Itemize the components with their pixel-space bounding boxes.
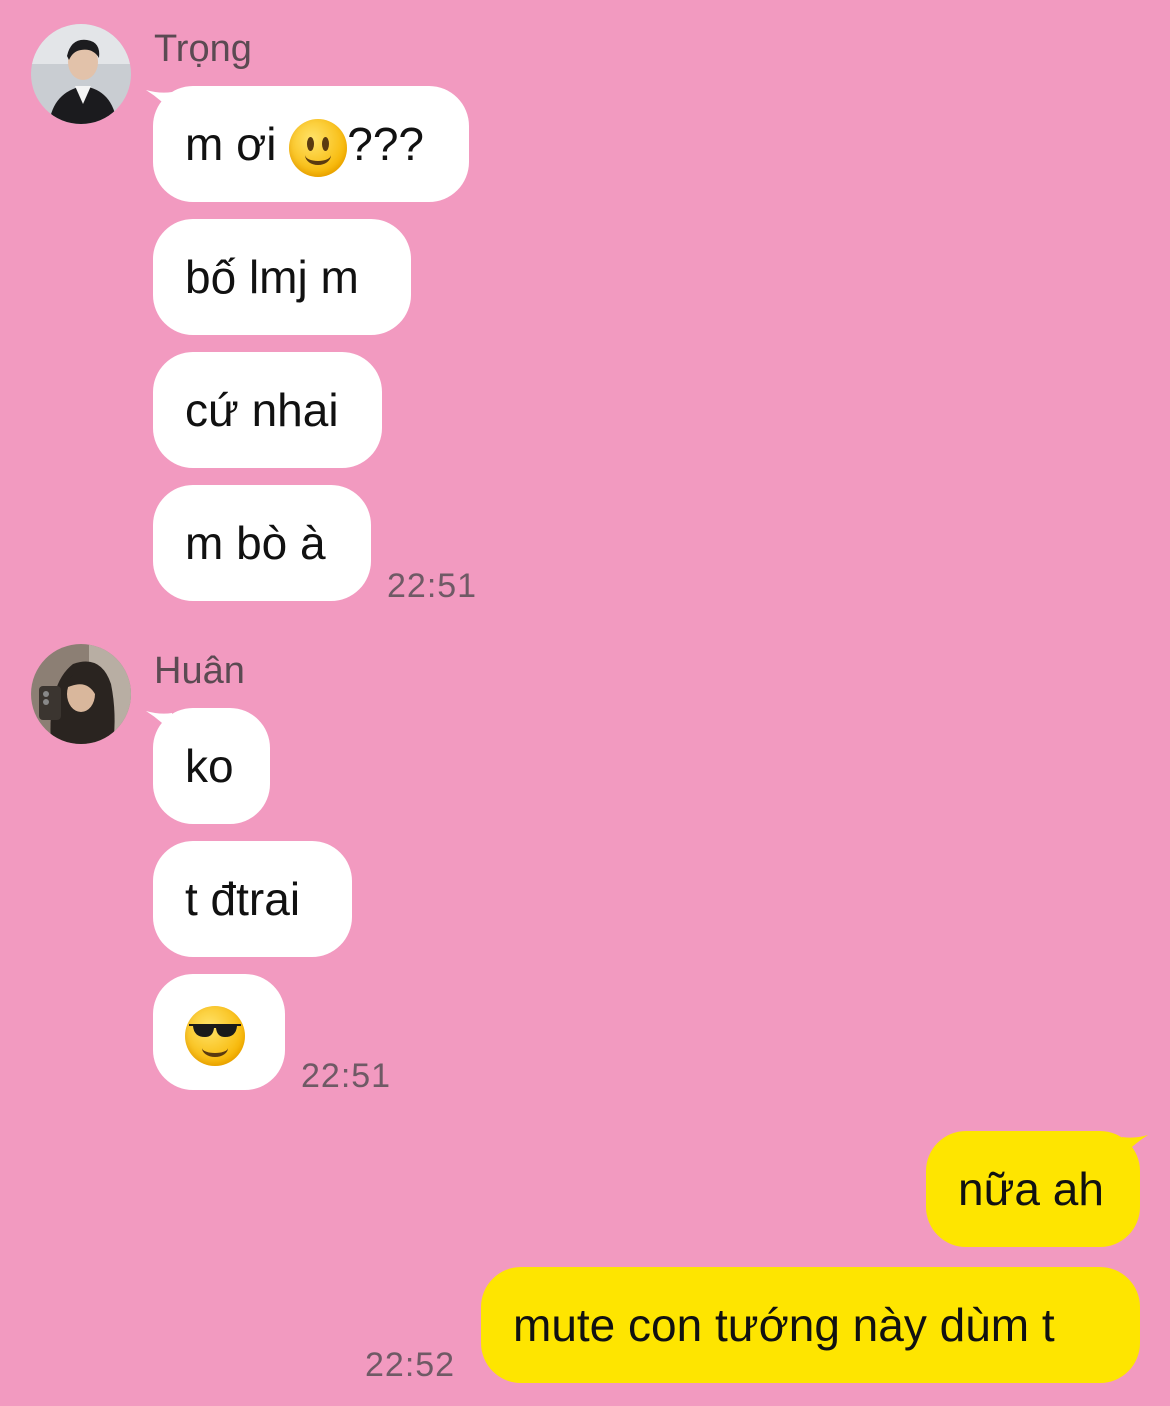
message-bubble-outgoing[interactable]: mute con tướng này dùm t: [481, 1267, 1140, 1383]
message-text: nữa ah: [958, 1163, 1104, 1215]
message-text: t đtrai: [185, 873, 301, 925]
avatar-photo-icon: [31, 644, 131, 744]
message-bubble[interactable]: m ơi ???: [153, 86, 469, 202]
message-timestamp: 22:51: [387, 567, 478, 605]
smiling-face-with-sunglasses-icon: [185, 1005, 245, 1066]
message-text: bố lmj m: [185, 251, 359, 303]
message-text: cứ nhai: [185, 384, 339, 436]
avatar-huan[interactable]: [31, 644, 131, 744]
message-bubble[interactable]: ko: [153, 708, 270, 824]
message-bubble[interactable]: cứ nhai: [153, 352, 382, 468]
sender-name: Trọng: [154, 28, 252, 70]
message-bubble[interactable]: [153, 974, 285, 1090]
message-bubble-outgoing[interactable]: nữa ah: [926, 1131, 1140, 1247]
message-text: ko: [185, 740, 234, 792]
message-timestamp: 22:52: [365, 1346, 456, 1384]
message-text: ???: [347, 118, 425, 170]
message-bubble[interactable]: t đtrai: [153, 841, 352, 957]
message-text: mute con tướng này dùm t: [513, 1299, 1055, 1351]
avatar-trong[interactable]: [31, 24, 131, 124]
message-text: m bò à: [185, 517, 326, 569]
avatar-photo-icon: [31, 24, 131, 124]
message-timestamp: 22:51: [301, 1057, 392, 1095]
message-bubble[interactable]: bố lmj m: [153, 219, 411, 335]
message-bubble[interactable]: m bò à: [153, 485, 371, 601]
message-text: m ơi: [185, 118, 277, 170]
sender-name: Huân: [154, 650, 245, 692]
slightly-smiling-face-icon: [289, 118, 348, 177]
